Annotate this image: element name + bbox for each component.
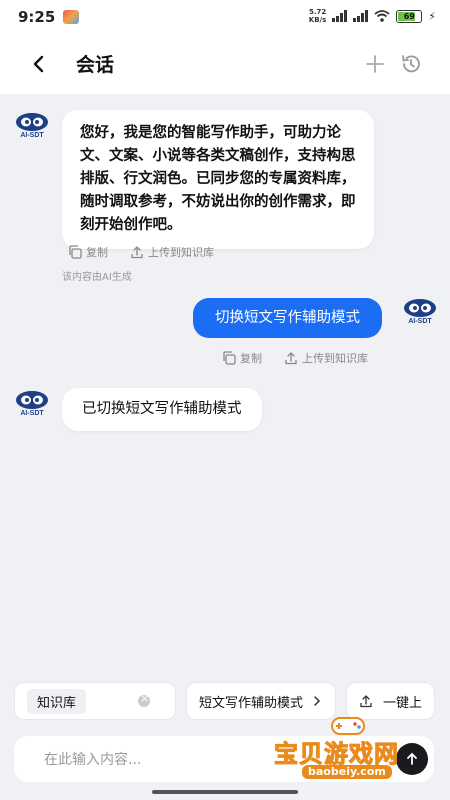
knowledge-chip-label: 知识库 — [27, 688, 87, 714]
battery-level: 69 — [403, 11, 415, 21]
status-bar: 9:25 5.72 KB/s 69 ⚡ — [0, 0, 450, 34]
ai-generated-note: 该内容由AI生成 — [62, 272, 132, 283]
upload-icon — [131, 246, 143, 259]
back-button[interactable] — [26, 51, 52, 77]
wifi-icon — [374, 10, 390, 22]
plus-icon — [366, 55, 384, 73]
upload-label: 上传到知识库 — [302, 352, 368, 365]
upload-icon — [360, 695, 372, 708]
signal-4g-icon — [353, 10, 369, 22]
assistant-reply-text: 已切换短文写作辅助模式 — [82, 401, 242, 417]
upload-to-knowledge-button[interactable]: 上传到知识库 — [284, 350, 368, 366]
charging-icon: ⚡ — [428, 9, 436, 23]
upload-to-knowledge-button[interactable]: 上传到知识库 — [130, 244, 214, 260]
network-speed-unit: KB/s — [308, 16, 327, 24]
svg-text:AI-SDT: AI-SDT — [20, 132, 44, 138]
assistant-message-bubble: 您好，我是您的智能写作助手，可助力论文、文案、小说等各类文稿创作，支持构思排版、… — [62, 110, 374, 249]
chevron-right-icon — [314, 696, 321, 706]
gamepad-icon — [331, 717, 365, 735]
watermark-text: 宝贝游戏网 — [274, 740, 399, 769]
assistant-reply-bubble: 已切换短文写作辅助模式 — [62, 388, 262, 431]
mode-chip-label: 短文写作辅助模式 — [199, 695, 304, 711]
assistant-avatar: AI-SDT — [16, 391, 48, 416]
signal-5g-icon — [332, 10, 348, 22]
status-time: 9:25 — [18, 8, 56, 26]
upload-icon — [285, 352, 297, 365]
copy-button[interactable]: 复制 — [68, 244, 108, 260]
history-button[interactable] — [398, 51, 424, 77]
message-actions: 复制 上传到知识库 — [68, 244, 214, 260]
network-speed: 5.72 KB/s — [309, 8, 326, 24]
copy-label: 复制 — [86, 246, 108, 259]
user-message-actions: 复制 上传到知识库 — [222, 350, 368, 366]
clear-icon[interactable] — [138, 692, 151, 707]
assistant-message-text: 您好，我是您的智能写作助手，可助力论文、文案、小说等各类文稿创作，支持构思排版、… — [80, 125, 356, 233]
header: 会话 — [0, 34, 450, 94]
copy-icon — [223, 351, 236, 365]
user-avatar: AI-SDT — [404, 299, 436, 324]
input-placeholder: 在此输入内容... — [44, 752, 142, 768]
copy-button[interactable]: 复制 — [222, 350, 262, 366]
app-notification-icon — [63, 10, 80, 24]
svg-text:AI-SDT: AI-SDT — [408, 318, 432, 324]
home-indicator[interactable] — [152, 790, 298, 794]
watermark-url: baobeiy.com — [302, 765, 392, 779]
copy-icon — [69, 245, 82, 259]
battery-icon: 69 — [396, 9, 423, 23]
user-message-text: 切换短文写作辅助模式 — [215, 310, 360, 326]
network-speed-value: 5.72 — [308, 8, 327, 16]
assistant-avatar: AI-SDT — [16, 113, 48, 138]
svg-text:AI-SDT: AI-SDT — [20, 410, 44, 416]
upload-label: 上传到知识库 — [148, 246, 214, 259]
page-title: 会话 — [76, 54, 115, 76]
watermark-logo: 宝贝游戏网 baobeiy.com — [272, 714, 422, 780]
user-message-bubble: 切换短文写作辅助模式 — [193, 298, 382, 338]
one-click-upload-label: 一键上 — [383, 695, 423, 711]
knowledge-chip[interactable]: 知识库 — [14, 682, 176, 720]
history-icon — [402, 55, 420, 73]
chevron-left-icon — [33, 55, 44, 73]
status-indicators: 5.72 KB/s 69 ⚡ — [309, 8, 436, 24]
new-conversation-button[interactable] — [362, 51, 388, 77]
copy-label: 复制 — [240, 352, 262, 365]
